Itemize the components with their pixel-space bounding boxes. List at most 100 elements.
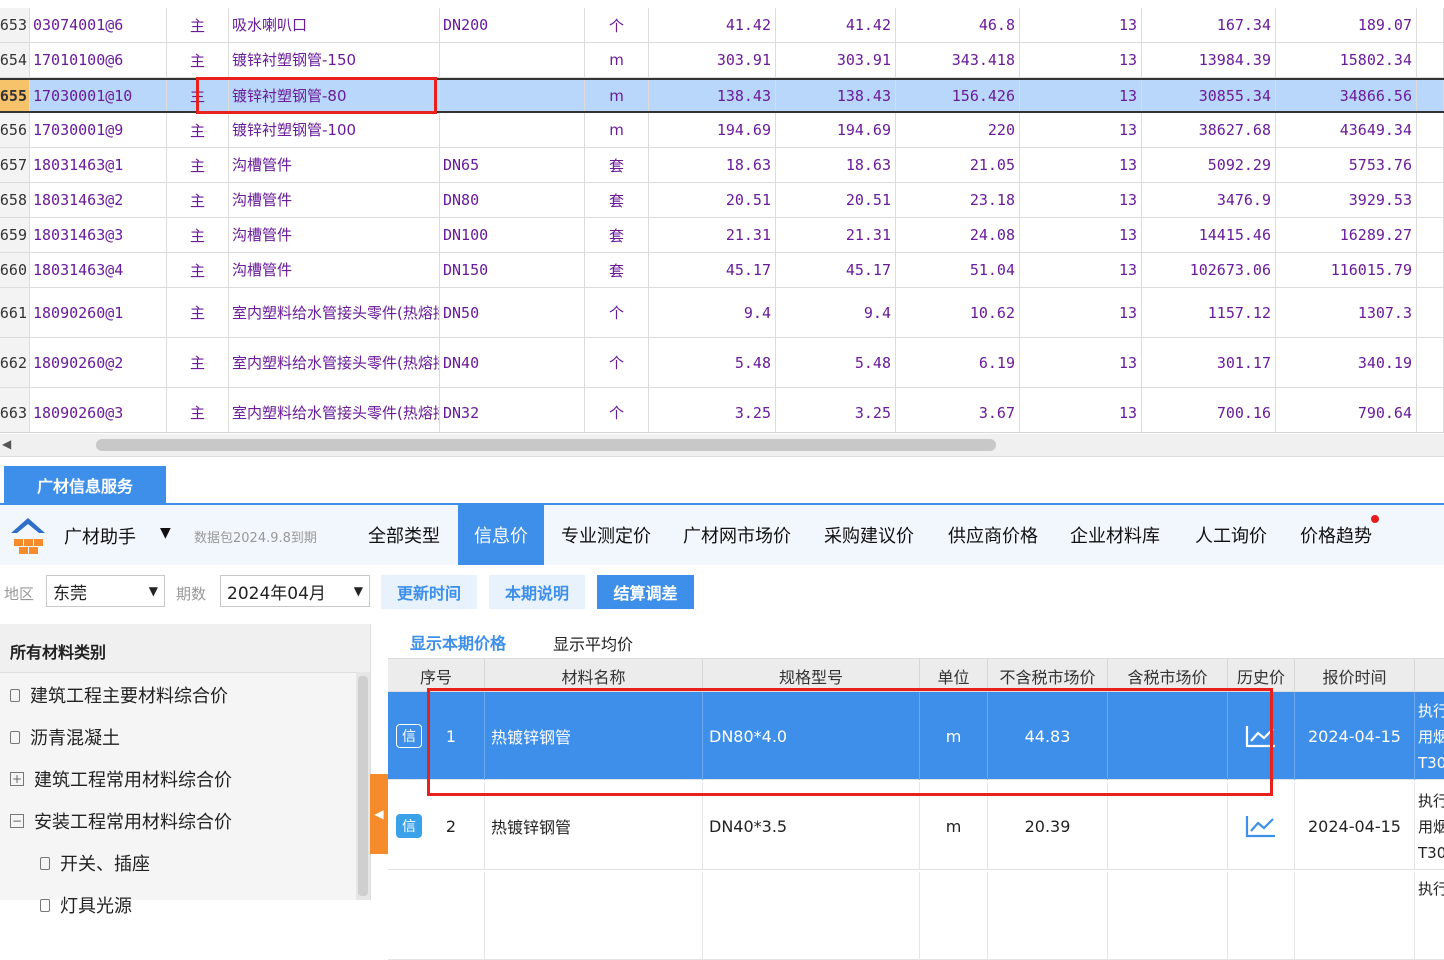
tax-rate[interactable]: 13	[1020, 113, 1142, 147]
material-unit[interactable]: 个	[585, 388, 649, 432]
column-header[interactable]: 单位	[920, 659, 988, 692]
row-number[interactable]: 655	[0, 80, 30, 111]
material-spec[interactable]: DN150	[440, 253, 585, 287]
scrollbar-thumb[interactable]	[96, 439, 996, 451]
tax-rate[interactable]: 13	[1020, 338, 1142, 387]
amount-in-tax[interactable]: 16289.27	[1276, 218, 1417, 252]
amount-in-tax[interactable]: 189.07	[1276, 8, 1417, 42]
tab-current-price[interactable]: 显示本期价格	[392, 626, 524, 660]
settlement-adjust-button[interactable]: 结算调差	[597, 575, 694, 609]
material-code[interactable]: 17010100@6	[30, 43, 167, 77]
material-unit[interactable]: m	[585, 43, 649, 77]
price-3[interactable]: 51.04	[896, 253, 1020, 287]
material-spec[interactable]	[440, 43, 585, 77]
material-name[interactable]: 沟槽管件	[229, 253, 440, 287]
price-2[interactable]: 194.69	[776, 113, 896, 147]
material-type[interactable]: 主	[167, 43, 229, 77]
material-type[interactable]: 主	[167, 388, 229, 432]
material-code[interactable]: 18031463@2	[30, 183, 167, 217]
row-number[interactable]: 661	[0, 288, 30, 337]
row-number[interactable]: 659	[0, 218, 30, 252]
price-2[interactable]: 18.63	[776, 148, 896, 182]
column-header[interactable]: 历史价	[1228, 659, 1295, 692]
material-unit[interactable]: m	[585, 113, 649, 147]
nav-tab-0[interactable]: 全部类型	[356, 505, 452, 565]
result-row[interactable]: 信 2 热镀锌钢管 DN40*3.5 m 20.39 2024-04-15 执行 用烟 T30	[388, 782, 1444, 870]
price-1[interactable]: 45.17	[649, 253, 776, 287]
amount-ex-tax[interactable]: 38627.68	[1142, 113, 1276, 147]
grid-row[interactable]: 654 17010100@6 主镀锌衬塑钢管-150 m 303.91 303.91 343…	[0, 43, 1444, 78]
price-1[interactable]: 20.51	[649, 183, 776, 217]
expand-plus-icon[interactable]: +	[10, 772, 24, 786]
tree-item[interactable]: 灯具光源	[40, 892, 132, 918]
material-type[interactable]: 主	[167, 148, 229, 182]
material-type[interactable]: 主	[167, 218, 229, 252]
material-code[interactable]: 03074001@6	[30, 8, 167, 42]
tax-rate[interactable]: 13	[1020, 148, 1142, 182]
grid-filler[interactable]	[1417, 148, 1444, 182]
grid-filler[interactable]	[1417, 388, 1444, 432]
nav-tab-5[interactable]: 供应商价格	[934, 505, 1052, 565]
grid-row[interactable]: 656 17030001@9 主镀锌衬塑钢管-100 m 194.69 194.69 220…	[0, 113, 1444, 148]
material-code[interactable]: 17030001@10	[30, 80, 167, 111]
price-1[interactable]: 138.43	[649, 80, 776, 111]
price-2[interactable]: 3.25	[776, 388, 896, 432]
tax-rate[interactable]: 13	[1020, 183, 1142, 217]
material-type[interactable]: 主	[167, 80, 229, 111]
material-type[interactable]: 主	[167, 183, 229, 217]
chevron-down-icon[interactable]: ▼	[160, 525, 171, 541]
update-time-button[interactable]: 更新时间	[381, 575, 477, 609]
amount-in-tax[interactable]: 43649.34	[1276, 113, 1417, 147]
price-3[interactable]: 6.19	[896, 338, 1020, 387]
material-spec[interactable]	[440, 113, 585, 147]
amount-in-tax[interactable]: 1307.3	[1276, 288, 1417, 337]
price-3[interactable]: 220	[896, 113, 1020, 147]
price-2[interactable]: 45.17	[776, 253, 896, 287]
amount-ex-tax[interactable]: 5092.29	[1142, 148, 1276, 182]
price-1[interactable]: 41.42	[649, 8, 776, 42]
price-1[interactable]: 21.31	[649, 218, 776, 252]
price-3[interactable]: 24.08	[896, 218, 1020, 252]
amount-in-tax[interactable]: 15802.34	[1276, 43, 1417, 77]
tax-rate[interactable]: 13	[1020, 8, 1142, 42]
row-number[interactable]: 653	[0, 8, 30, 42]
material-name[interactable]: 沟槽管件	[229, 183, 440, 217]
material-unit[interactable]: 套	[585, 148, 649, 182]
material-unit[interactable]: 个	[585, 338, 649, 387]
material-name[interactable]: 沟槽管件	[229, 218, 440, 252]
price-1[interactable]: 9.4	[649, 288, 776, 337]
price-3[interactable]: 3.67	[896, 388, 1020, 432]
grid-row[interactable]: 658 18031463@2 主沟槽管件 DN80 套 20.51 20.51 23.18 13…	[0, 183, 1444, 218]
material-spec[interactable]: DN100	[440, 218, 585, 252]
material-name[interactable]: 室内塑料给水管接头零件(热熔接)	[229, 388, 440, 432]
material-name[interactable]: 镀锌衬塑钢管-150	[229, 43, 440, 77]
row-number[interactable]: 656	[0, 113, 30, 147]
material-type[interactable]: 主	[167, 288, 229, 337]
material-type[interactable]: 主	[167, 113, 229, 147]
grid-filler[interactable]	[1417, 113, 1444, 147]
material-name[interactable]: 室内塑料给水管接头零件(热熔接)	[229, 288, 440, 337]
amount-in-tax[interactable]: 340.19	[1276, 338, 1417, 387]
price-3[interactable]: 21.05	[896, 148, 1020, 182]
amount-in-tax[interactable]: 116015.79	[1276, 253, 1417, 287]
period-select[interactable]: 2024年04月 ▼	[220, 575, 370, 607]
amount-ex-tax[interactable]: 3476.9	[1142, 183, 1276, 217]
tree-item[interactable]: 沥青混凝土	[10, 724, 120, 750]
grid-row[interactable]: 653 03074001@6 主吸水喇叭口 DN200 个 41.42 41.42 46.8 1…	[0, 8, 1444, 43]
material-spec[interactable]: DN65	[440, 148, 585, 182]
service-tab[interactable]: 广材信息服务	[4, 466, 166, 504]
amount-ex-tax[interactable]: 700.16	[1142, 388, 1276, 432]
amount-ex-tax[interactable]: 30855.34	[1142, 80, 1276, 111]
row-number[interactable]: 657	[0, 148, 30, 182]
tree-item[interactable]: 建筑工程主要材料综合价	[10, 682, 228, 708]
tax-rate[interactable]: 13	[1020, 388, 1142, 432]
nav-tab-3[interactable]: 广材网市场价	[668, 505, 806, 565]
grid-filler[interactable]	[1417, 80, 1444, 111]
amount-ex-tax[interactable]: 13984.39	[1142, 43, 1276, 77]
collapse-minus-icon[interactable]: −	[10, 814, 24, 828]
tax-rate[interactable]: 13	[1020, 218, 1142, 252]
material-name[interactable]: 吸水喇叭口	[229, 8, 440, 42]
nav-tab-8[interactable]: 价格趋势	[1286, 505, 1386, 565]
price-2[interactable]: 5.48	[776, 338, 896, 387]
scroll-left-icon[interactable]: ◀	[2, 437, 11, 451]
